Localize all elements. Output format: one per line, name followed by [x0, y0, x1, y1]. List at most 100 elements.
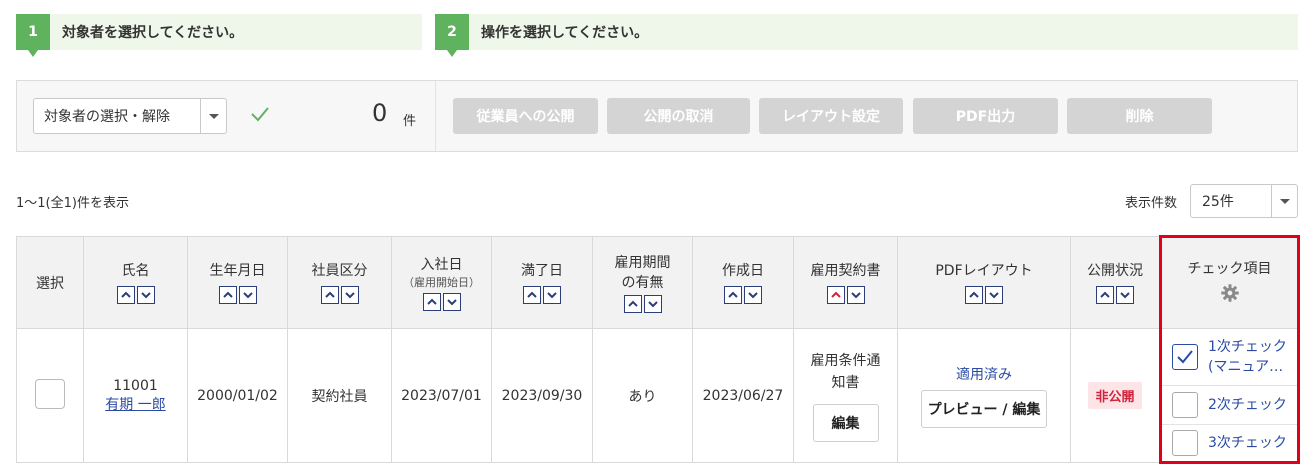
cell-pdf-layout: 適用済み プレビュー / 編集	[897, 328, 1071, 463]
step-2-text: 操作を選択してください。	[481, 25, 649, 41]
sort-desc-icon[interactable]	[744, 286, 762, 304]
sort-desc-icon[interactable]	[136, 286, 155, 304]
results-summary: 1〜1(全1)件を表示	[16, 196, 129, 211]
header-emp-type: 社員区分	[287, 236, 392, 329]
cell-status: 非公開	[1070, 328, 1160, 463]
sort-controls	[826, 286, 865, 304]
action-panel: 対象者の選択・解除 0 件 従業員への公開 公開の取消 レイアウト設定 PDF出…	[16, 80, 1298, 152]
chevron-down-icon[interactable]	[1271, 185, 1297, 217]
check-item-3-checkbox[interactable]	[1172, 430, 1198, 456]
layout-settings-button[interactable]: レイアウト設定	[759, 98, 903, 134]
header-join-label: 入社日	[420, 256, 463, 273]
check-item-2[interactable]: 2次チェック	[1160, 386, 1299, 425]
cell-name: 11001 有期 一郎	[83, 328, 188, 463]
cell-select	[16, 328, 84, 463]
target-select-dropdown[interactable]: 対象者の選択・解除	[33, 98, 227, 134]
header-status: 公開状況	[1070, 236, 1160, 329]
sort-controls	[116, 286, 155, 304]
cell-birth: 2000/01/02	[187, 328, 288, 463]
contract-name-line1: 雇用条件通	[810, 352, 881, 369]
check-item-1-label[interactable]: 1次チェック (マニュア…	[1208, 337, 1287, 377]
step-1-text: 対象者を選択してください。	[62, 25, 244, 41]
header-name: 氏名	[83, 236, 188, 329]
sort-asc-icon[interactable]	[623, 294, 642, 313]
table-header-row: 選択 氏名 生年月日 社員区分 入社日 （雇用開始日） 満了日 雇用期間 の有無…	[16, 236, 1300, 329]
sort-desc-icon[interactable]	[543, 286, 561, 304]
header-birth-label: 生年月日	[209, 263, 266, 279]
sort-desc-icon[interactable]	[340, 286, 359, 304]
target-select-label: 対象者の選択・解除	[44, 109, 170, 125]
contract-name-line2: 知書	[831, 374, 860, 391]
panel-divider	[435, 81, 436, 151]
sort-controls	[724, 286, 762, 304]
header-emp-type-label: 社員区分	[311, 263, 368, 279]
sort-desc-icon[interactable]	[442, 292, 461, 311]
delete-button[interactable]: 削除	[1067, 98, 1212, 134]
pdf-output-button[interactable]: PDF出力	[913, 98, 1058, 134]
unpublish-button[interactable]: 公開の取消	[607, 98, 750, 134]
sort-desc-icon[interactable]	[643, 294, 662, 313]
header-period: 雇用期間 の有無	[592, 236, 693, 329]
header-period-label-2: の有無	[621, 274, 664, 291]
sort-asc-icon[interactable]	[116, 286, 135, 304]
sort-asc-icon[interactable]	[965, 286, 983, 304]
sort-asc-active-icon[interactable]	[826, 286, 845, 304]
gear-icon[interactable]	[1220, 283, 1240, 303]
layout-applied-status: 適用済み	[956, 366, 1012, 383]
step-2-number: 2	[435, 14, 469, 57]
per-page-value: 25件	[1202, 194, 1234, 210]
cell-contract: 雇用条件通 知書 編集	[793, 328, 898, 463]
sort-asc-icon[interactable]	[523, 286, 541, 304]
header-select: 選択	[16, 236, 84, 329]
sort-desc-icon[interactable]	[238, 286, 257, 304]
header-contract-label: 雇用契約書	[810, 263, 881, 279]
header-join-sublabel: （雇用開始日）	[403, 275, 480, 289]
sort-asc-icon[interactable]	[218, 286, 237, 304]
cell-period: あり	[592, 328, 693, 463]
sort-desc-icon[interactable]	[1116, 286, 1134, 304]
checkmark-icon	[1177, 350, 1193, 364]
row-select-checkbox[interactable]	[35, 378, 65, 409]
header-expire-label: 満了日	[521, 263, 563, 279]
contract-edit-button[interactable]: 編集	[812, 403, 879, 442]
cell-join-date: 2023/07/01	[391, 328, 492, 463]
employee-name-link[interactable]: 有期 一郎	[84, 394, 187, 414]
check-item-1[interactable]: 1次チェック (マニュア…	[1160, 330, 1299, 386]
check-item-2-checkbox[interactable]	[1172, 391, 1198, 418]
sort-asc-icon[interactable]	[724, 286, 742, 304]
header-check-items: チェック項目	[1159, 236, 1300, 329]
header-created-label: 作成日	[722, 263, 764, 279]
step-1-number: 1	[16, 14, 50, 57]
per-page-select[interactable]: 25件	[1190, 184, 1298, 218]
sort-asc-icon[interactable]	[320, 286, 339, 304]
status-badge: 非公開	[1088, 382, 1142, 409]
selected-count: 0	[372, 99, 388, 127]
sort-asc-icon[interactable]	[1096, 286, 1114, 304]
header-join-date: 入社日 （雇用開始日）	[391, 236, 492, 329]
step-2-banner: 2 操作を選択してください。	[435, 14, 1298, 57]
check-item-3[interactable]: 3次チェック	[1160, 425, 1299, 462]
sort-controls	[422, 292, 461, 311]
header-contract: 雇用契約書	[793, 236, 898, 329]
cell-expire-date: 2023/09/30	[491, 328, 593, 463]
employee-number: 11001	[113, 377, 158, 394]
header-created-date: 作成日	[692, 236, 794, 329]
header-status-label: 公開状況	[1087, 263, 1143, 279]
table-row: 11001 有期 一郎 2000/01/02 契約社員 2023/07/01 2…	[16, 328, 1300, 463]
sort-asc-icon[interactable]	[422, 292, 441, 311]
header-pdf-layout-label: PDFレイアウト	[935, 263, 1033, 279]
chevron-down-icon[interactable]	[200, 99, 226, 133]
check-item-1-label-line2: (マニュア…	[1208, 359, 1284, 375]
sort-desc-icon[interactable]	[985, 286, 1003, 304]
sort-desc-icon[interactable]	[846, 286, 865, 304]
preview-edit-button[interactable]: プレビュー / 編集	[920, 389, 1048, 428]
check-item-1-label-line1: 1次チェック	[1208, 339, 1287, 355]
check-item-1-checkbox[interactable]	[1172, 344, 1198, 370]
header-name-label: 氏名	[121, 263, 150, 279]
check-item-3-label[interactable]: 3次チェック	[1208, 433, 1287, 453]
check-items-list: 1次チェック (マニュア… 2次チェック 3次チェック	[1160, 330, 1299, 462]
header-birth: 生年月日	[187, 236, 288, 329]
check-item-2-label[interactable]: 2次チェック	[1208, 395, 1287, 415]
sort-controls	[320, 286, 359, 304]
publish-to-employees-button[interactable]: 従業員への公開	[453, 98, 598, 134]
